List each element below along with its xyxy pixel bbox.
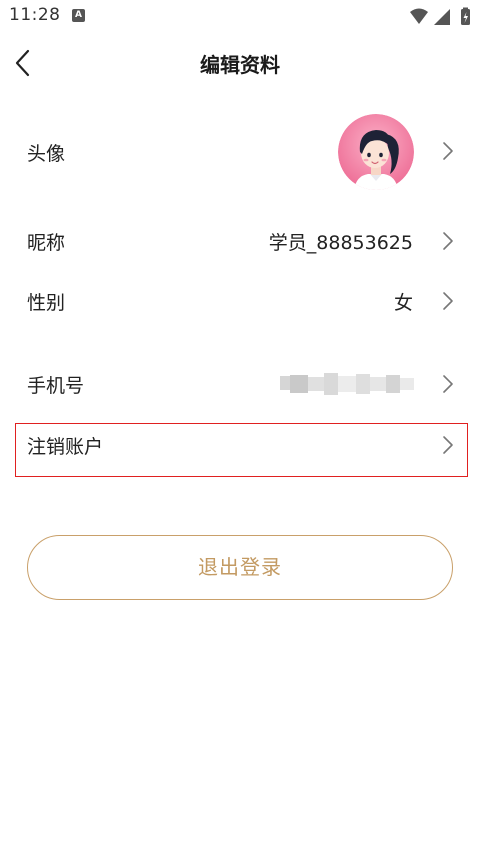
status-bar: 11:28 A [0, 0, 480, 34]
gender-row[interactable]: 性别 女 [0, 278, 480, 324]
chevron-right-icon [443, 292, 453, 310]
avatar[interactable] [338, 114, 414, 190]
status-time: 11:28 [9, 5, 61, 25]
wifi-icon [410, 8, 428, 24]
edit-profile-page: 11:28 A 编辑资料 头像 昵称 学员_88853625 性别 女 手机号 … [0, 0, 480, 853]
notification-a-icon: A [72, 9, 85, 22]
logout-button[interactable]: 退出登录 [27, 535, 453, 600]
nickname-row[interactable]: 昵称 学员_88853625 [0, 218, 480, 264]
highlight-box [15, 423, 468, 477]
nickname-value: 学员_88853625 [268, 232, 413, 254]
gender-value: 女 [393, 292, 413, 314]
chevron-right-icon [443, 375, 453, 393]
chevron-right-icon [443, 232, 453, 250]
chevron-right-icon [443, 142, 453, 160]
phone-label: 手机号 [27, 375, 85, 397]
battery-charging-icon [461, 7, 470, 25]
gender-label: 性别 [27, 292, 66, 314]
page-title: 编辑资料 [200, 53, 280, 77]
phone-number-redacted [280, 373, 414, 395]
phone-row[interactable]: 手机号 [0, 361, 480, 407]
avatar-row[interactable]: 头像 [0, 108, 480, 194]
header: 编辑资料 [0, 34, 480, 92]
signal-icon [434, 9, 450, 25]
status-icons [410, 7, 470, 25]
avatar-label: 头像 [27, 143, 66, 165]
nickname-label: 昵称 [27, 232, 66, 254]
